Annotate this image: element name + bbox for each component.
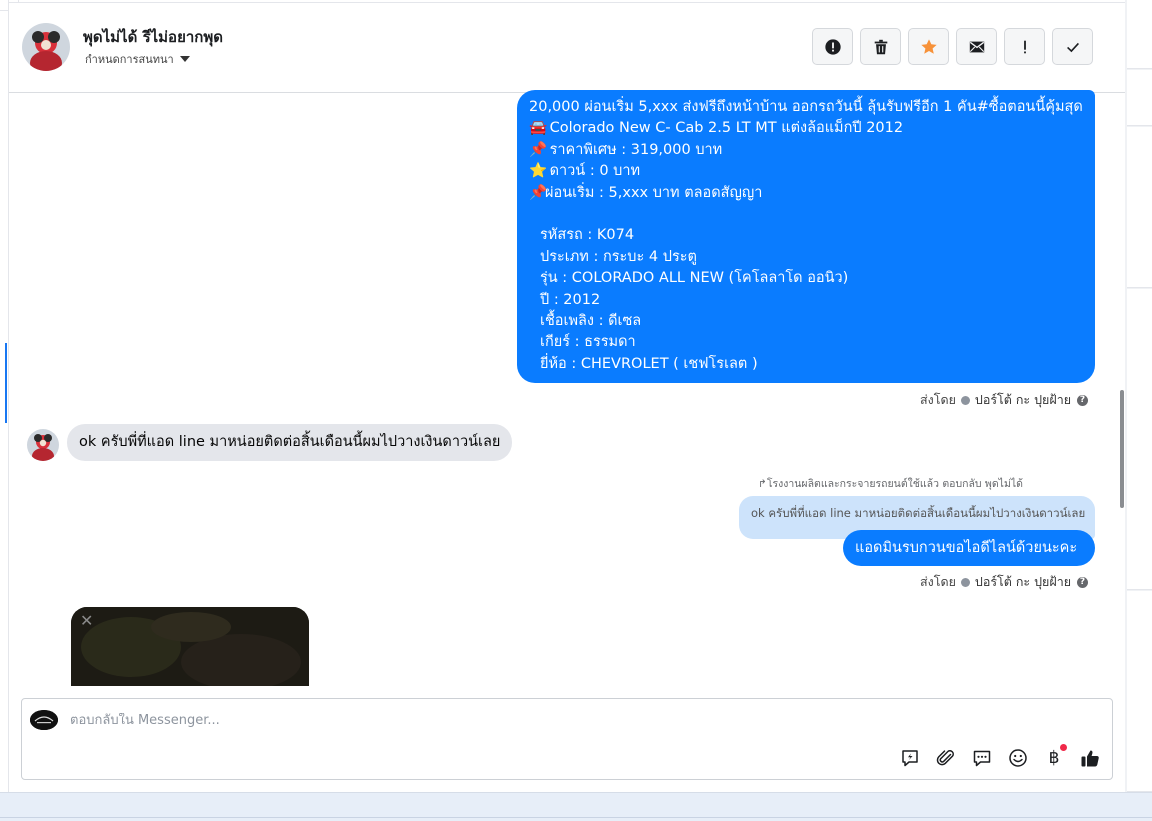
verified-icon: [960, 577, 970, 587]
pin-icon: 📌: [529, 184, 548, 201]
caret-down-icon: [179, 56, 190, 62]
sidebar-panel: [1127, 289, 1152, 590]
verified-icon: [960, 395, 970, 405]
message-line: ⭐ ดาวน์ : 0 บาท: [529, 161, 1083, 182]
sidebar-panel: [1127, 70, 1152, 126]
star-emoji-icon: ⭐: [529, 163, 548, 180]
unread-button[interactable]: [956, 28, 997, 65]
selection-indicator: [5, 343, 7, 423]
sidebar-panel: [1127, 591, 1152, 792]
baht-icon: ฿: [1048, 748, 1060, 768]
spec-line: ประเภท : กระบะ 4 ประตู: [540, 248, 697, 265]
spec-line: เกียร์ : ธรรมดา: [540, 334, 636, 351]
star-button[interactable]: [908, 28, 949, 65]
spec-line: เชื้อเพลิง : ดีเซล: [540, 313, 642, 330]
saved-reply-button[interactable]: [899, 747, 921, 769]
outgoing-message-reply[interactable]: แอดมินรบกวนขอไอดีไลน์ด้วยนะคะ: [843, 530, 1095, 566]
message-input[interactable]: [70, 713, 770, 728]
sent-by-label: ส่งโดย: [920, 392, 956, 407]
message-line: 20,000 ผ่อนเริ่ม 5,xxx ส่งฟรีถึงหน้าบ้าน…: [529, 99, 1083, 115]
attach-button[interactable]: [935, 747, 957, 769]
help-icon[interactable]: ?: [1077, 394, 1089, 406]
pin-icon: 📌: [529, 141, 548, 158]
conversation-header: พุดไม่ได้ รีไม่อยากพุด กำหนดการสนทนา: [9, 2, 1125, 93]
check-icon: [1066, 42, 1079, 52]
spec-line: รุ่น : COLORADO ALL NEW (โคโลลาโด ออนิว): [540, 270, 849, 287]
spec-line: ยี่ห้อ : CHEVROLET ( เชฟโรเลต ): [540, 355, 758, 372]
window-bottom-bar: [0, 792, 1152, 821]
saved-reply-icon: [902, 750, 918, 767]
sidebar-panel: [1127, 0, 1152, 69]
attachment-icon: [936, 750, 954, 766]
star-icon: [920, 38, 937, 54]
incoming-message[interactable]: ok ครับพี่ที่แอด line มาหน่อยติดต่อสิ้นเ…: [67, 424, 513, 461]
right-sidebar: [1125, 0, 1152, 792]
sent-by-info: ส่งโดย ปอร์โต้ กะ ปุยฝ้าย ?: [920, 390, 1089, 410]
exclamation-icon: [1023, 40, 1026, 53]
outgoing-message-offer[interactable]: 20,000 ผ่อนเริ่ม 5,xxx ส่งฟรีถึงหน้าบ้าน…: [517, 90, 1095, 383]
notification-dot: [1060, 744, 1067, 751]
spam-button[interactable]: [812, 28, 853, 65]
spec-line: ปี : 2012: [540, 291, 601, 308]
envelope-icon: [969, 41, 984, 52]
sidebar-panel: [1127, 127, 1152, 288]
reply-arrow-icon: ↱: [758, 478, 767, 490]
reply-composer: ฿: [21, 698, 1113, 780]
conversation-actions: [812, 28, 1093, 65]
sent-by-info: ส่งโดย ปอร์โต้ กะ ปุยฝ้าย ?: [920, 572, 1089, 592]
important-button[interactable]: [1004, 28, 1045, 65]
close-icon[interactable]: ✕: [80, 611, 93, 630]
page-avatar: [30, 710, 58, 730]
contact-avatar-small[interactable]: [27, 429, 59, 461]
emoji-icon: [1009, 749, 1027, 767]
sender-name[interactable]: ปอร์โต้ กะ ปุยฝ้าย: [975, 390, 1071, 410]
message-line: 📌ผ่อนเริ่ม : 5,xxx บาท ตลอดสัญญา: [529, 183, 1083, 204]
panel-divider: [8, 0, 9, 792]
chat-bubble-icon: [973, 750, 991, 767]
emoji-button[interactable]: [1007, 747, 1029, 769]
message-line: 🚘 Colorado New C- Cab 2.5 LT MT แต่งล้อแ…: [529, 118, 1083, 139]
conversation-setting-dropdown[interactable]: กำหนดการสนทนา: [85, 50, 190, 68]
composer-toolbar: ฿: [899, 744, 1101, 769]
conversation-setting-label: กำหนดการสนทนา: [85, 53, 174, 66]
car-icon: 🚘: [529, 120, 548, 137]
trash-icon: [874, 39, 887, 54]
contact-avatar[interactable]: [22, 23, 70, 71]
reply-context: ↱โรงงานผลิตและกระจายรถยนต์ใช้แล้ว ตอบกลั…: [758, 478, 1023, 490]
message-scrollbar[interactable]: [1120, 390, 1124, 508]
sent-by-label: ส่งโดย: [920, 574, 956, 589]
media-thumbnail: [71, 607, 309, 686]
thumbs-up-icon: [1081, 750, 1099, 767]
media-attachment[interactable]: ✕: [71, 607, 309, 686]
spec-line: รหัสรถ : K074: [540, 227, 635, 244]
sender-name[interactable]: ปอร์โต้ กะ ปุยฝ้าย: [975, 572, 1071, 592]
chat-button[interactable]: [971, 747, 993, 769]
like-button[interactable]: [1079, 747, 1101, 769]
payment-button[interactable]: ฿: [1043, 744, 1067, 769]
done-button[interactable]: [1052, 28, 1093, 65]
help-icon[interactable]: ?: [1077, 576, 1089, 588]
alert-circle-icon: [824, 38, 841, 55]
contact-name: พุดไม่ได้ รีไม่อยากพุด: [83, 28, 223, 46]
message-line: 📌 ราคาพิเศษ : 319,000 บาท: [529, 140, 1083, 161]
delete-button[interactable]: [860, 28, 901, 65]
